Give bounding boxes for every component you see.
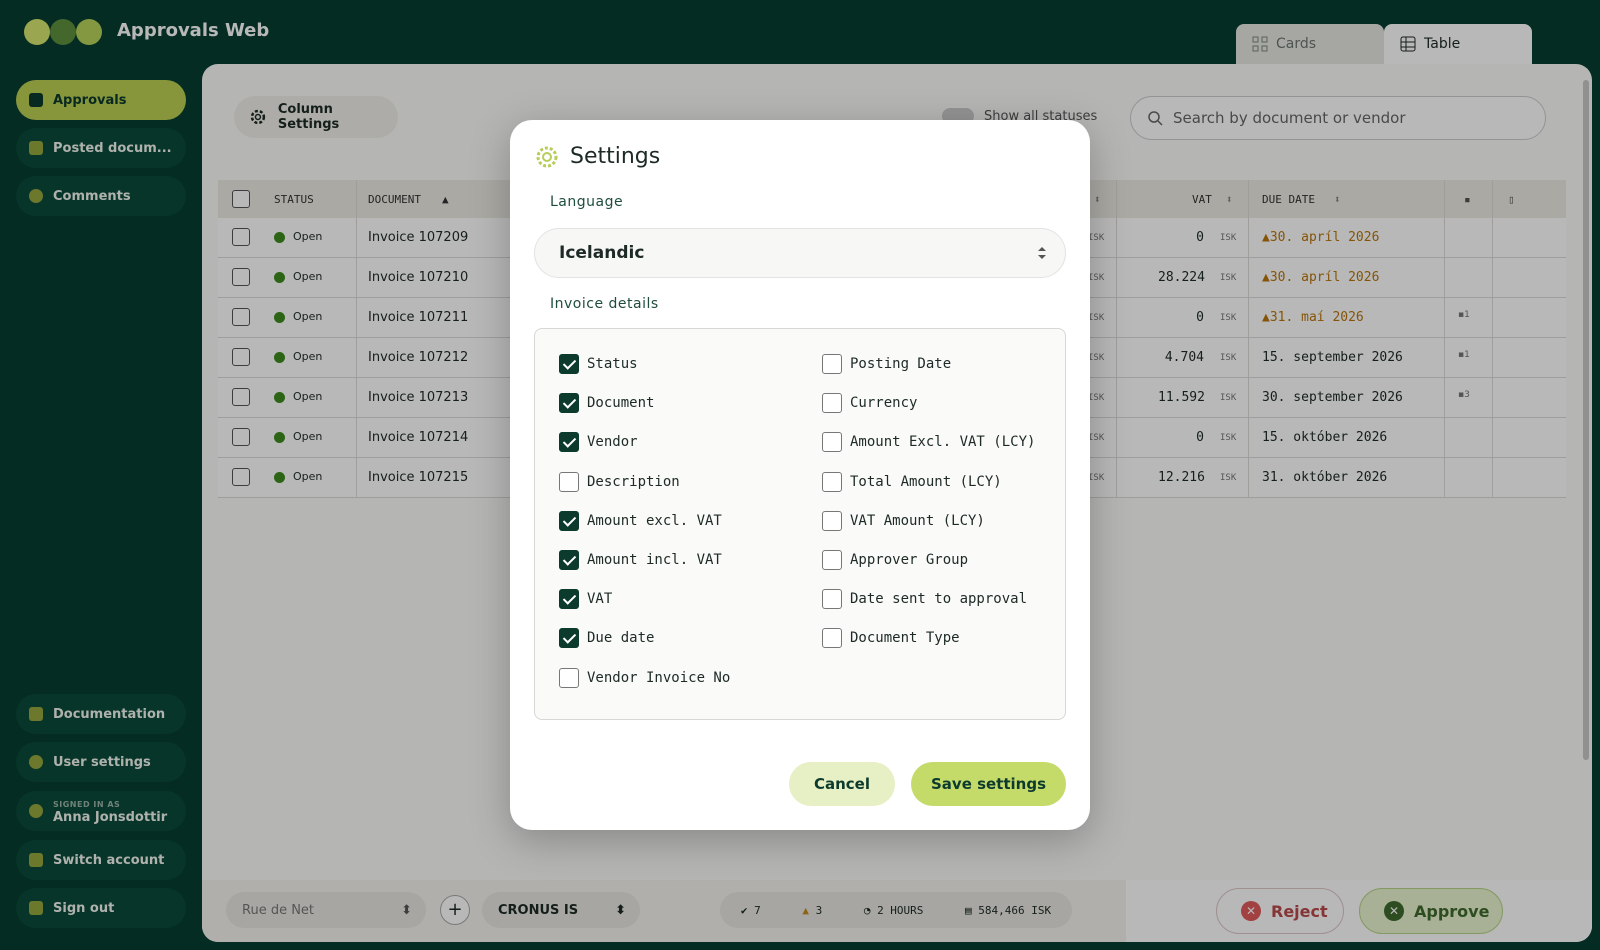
option-label: Vendor Invoice No <box>587 669 731 686</box>
checkbox[interactable] <box>559 550 579 570</box>
option-label: Description <box>587 473 680 490</box>
invoice-details-label: Invoice details <box>550 296 659 312</box>
language-label: Language <box>550 194 624 210</box>
option-label: Approver Group <box>850 552 969 568</box>
option-label: Due date <box>587 630 655 647</box>
option-due-date[interactable]: Due date <box>559 627 654 649</box>
option-date-sent-to-approval[interactable]: Date sent to approval <box>822 588 1027 610</box>
checkbox[interactable] <box>822 354 842 374</box>
modal-title: Settings <box>570 144 661 169</box>
checkbox[interactable] <box>822 589 842 610</box>
checkbox[interactable] <box>559 471 579 492</box>
option-posting-date[interactable]: Posting Date <box>822 353 951 375</box>
option-label: Amount excl. VAT <box>587 512 722 529</box>
language-select[interactable]: Icelandic <box>534 228 1066 278</box>
language-select-value: Icelandic <box>559 243 645 263</box>
gear-icon <box>536 146 558 168</box>
option-vat[interactable]: VAT <box>559 588 612 610</box>
option-label: VAT <box>587 591 613 608</box>
option-label: Document Type <box>850 630 960 647</box>
option-total-amount-lcy[interactable]: Total Amount (LCY) <box>822 471 1002 493</box>
checkbox[interactable] <box>822 432 842 453</box>
option-vat-amount-lcy[interactable]: VAT Amount (LCY) <box>822 510 985 532</box>
cancel-button[interactable]: Cancel <box>789 762 895 806</box>
option-label: Posting Date <box>850 356 952 372</box>
option-label: Amount Excl. VAT (LCY) <box>850 434 1036 451</box>
option-label: Vendor <box>587 434 638 451</box>
option-vendor[interactable]: Vendor <box>559 431 638 453</box>
option-label: Date sent to approval <box>850 591 1028 608</box>
invoice-details-options: Status Document Vendor Description Amount ex… <box>534 328 1066 720</box>
option-label: Status <box>587 356 638 372</box>
option-vendor-invoice-no[interactable]: Vendor Invoice No <box>559 667 730 689</box>
checkbox[interactable] <box>559 393 579 414</box>
option-amount-excl-vat-lcy[interactable]: Amount Excl. VAT (LCY) <box>822 431 1035 453</box>
option-amount-excl-vat[interactable]: Amount excl. VAT <box>559 510 722 532</box>
checkbox[interactable] <box>559 667 579 688</box>
option-description[interactable]: Description <box>559 471 680 493</box>
option-label: VAT Amount (LCY) <box>850 512 985 529</box>
option-document-type[interactable]: Document Type <box>822 627 960 649</box>
option-status[interactable]: Status <box>559 353 638 375</box>
checkbox[interactable] <box>822 393 842 414</box>
checkbox[interactable] <box>559 432 579 453</box>
settings-modal: Settings Language Icelandic Invoice deta… <box>510 120 1090 830</box>
option-label: Document <box>587 395 655 412</box>
checkbox[interactable] <box>822 628 842 649</box>
option-amount-incl-vat[interactable]: Amount incl. VAT <box>559 549 722 571</box>
save-settings-button[interactable]: Save settings <box>911 762 1066 806</box>
checkbox[interactable] <box>822 510 842 531</box>
checkbox[interactable] <box>559 628 579 649</box>
checkbox[interactable] <box>822 550 842 570</box>
checkbox[interactable] <box>822 471 842 492</box>
checkbox[interactable] <box>559 510 579 531</box>
option-document[interactable]: Document <box>559 392 654 414</box>
option-currency[interactable]: Currency <box>822 392 917 414</box>
checkbox[interactable] <box>559 354 579 374</box>
option-label: Amount incl. VAT <box>587 552 722 568</box>
checkbox[interactable] <box>559 589 579 610</box>
chevron-updown-icon <box>1038 247 1046 259</box>
option-label: Currency <box>850 395 918 412</box>
option-label: Total Amount (LCY) <box>850 473 1002 490</box>
option-approver-group[interactable]: Approver Group <box>822 549 968 571</box>
